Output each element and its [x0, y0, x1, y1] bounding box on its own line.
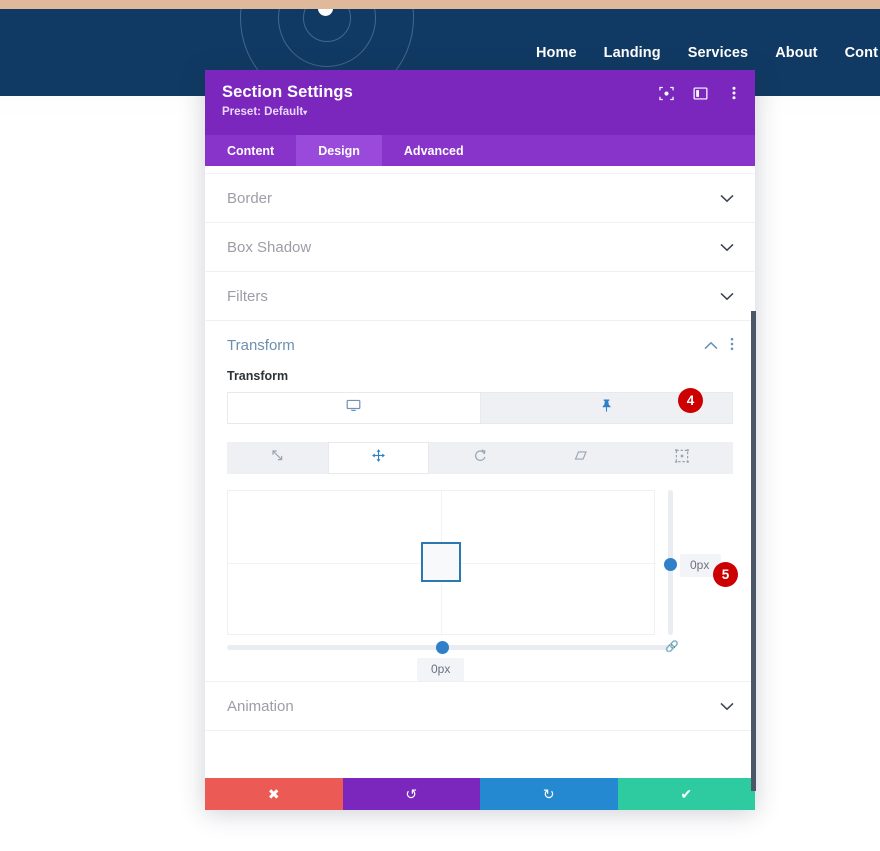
- accordion-filters-label: Filters: [227, 287, 268, 305]
- transform-type-origin[interactable]: [631, 442, 734, 474]
- accordion-animation-label: Animation: [227, 697, 294, 715]
- transform-section: Transform Transform 0px 0px 🔗: [205, 321, 755, 682]
- accordion-animation[interactable]: Animation: [205, 682, 755, 731]
- transform-type-rotate[interactable]: [429, 442, 531, 474]
- chevron-down-icon: ▾: [303, 108, 308, 117]
- accordion-filters[interactable]: Filters: [205, 272, 755, 321]
- redo-button[interactable]: ↻: [480, 778, 618, 810]
- skew-icon: [573, 448, 589, 468]
- modal-body: Border Box Shadow Filters Transform Tran…: [205, 166, 755, 778]
- chevron-down-icon: [720, 192, 734, 205]
- pin-icon: [599, 398, 614, 418]
- section-settings-modal: Section Settings Preset: Default▾ Conten…: [205, 70, 755, 810]
- chevron-down-icon: [720, 241, 734, 254]
- tab-advanced[interactable]: Advanced: [382, 135, 486, 166]
- accordion-box-shadow-label: Box Shadow: [227, 238, 312, 256]
- transform-shape-handle[interactable]: [421, 542, 461, 582]
- transform-type-skew[interactable]: [530, 442, 632, 474]
- nav-item-home[interactable]: Home: [536, 45, 577, 61]
- move-icon: [371, 448, 386, 468]
- tab-design[interactable]: Design: [296, 135, 382, 166]
- undo-button[interactable]: ↺: [342, 778, 480, 810]
- kebab-menu-icon[interactable]: [725, 84, 743, 102]
- chevron-down-icon: [720, 700, 734, 713]
- transform-canvas-wrapper: 0px 0px 🔗: [227, 490, 733, 681]
- chevron-up-icon[interactable]: [704, 339, 718, 352]
- transform-section-header[interactable]: Transform: [205, 321, 755, 369]
- device-tabs: [227, 392, 733, 424]
- clipped-section-row: [205, 166, 755, 174]
- preset-selector[interactable]: Preset: Default▾: [222, 106, 739, 118]
- step-badge-5: 5: [713, 562, 738, 587]
- link-icon[interactable]: 🔗: [665, 640, 679, 653]
- device-tab-desktop[interactable]: [227, 392, 481, 424]
- tab-content[interactable]: Content: [205, 135, 296, 166]
- modal-tabbar: Content Design Advanced: [205, 135, 755, 166]
- transform-type-scale[interactable]: [227, 442, 329, 474]
- modal-header: Section Settings Preset: Default▾: [205, 70, 755, 135]
- modal-scrollbar[interactable]: [751, 311, 756, 791]
- kebab-menu-icon[interactable]: [730, 337, 734, 353]
- transform-type-tabs: [227, 442, 734, 474]
- nav-item-landing[interactable]: Landing: [604, 45, 661, 61]
- modal-footer: ✖ ↺ ↻ ✔: [205, 778, 755, 810]
- modal-header-icons: [657, 84, 743, 102]
- save-button[interactable]: ✔: [617, 778, 755, 810]
- top-accent-strip: [0, 0, 880, 9]
- horizontal-slider-handle[interactable]: [436, 641, 449, 654]
- transform-type-move[interactable]: [328, 442, 430, 474]
- vertical-slider-handle[interactable]: [664, 558, 677, 571]
- origin-icon: [674, 448, 690, 469]
- nav-item-contact[interactable]: Cont: [845, 45, 878, 61]
- step-badge-4: 4: [678, 388, 703, 413]
- horizontal-slider-value: 0px: [417, 658, 465, 681]
- rotate-icon: [473, 448, 488, 468]
- nav-item-about[interactable]: About: [775, 45, 817, 61]
- preset-label: Preset: Default: [222, 106, 304, 118]
- focus-icon[interactable]: [657, 84, 675, 102]
- accordion-border-label: Border: [227, 189, 273, 207]
- accordion-border[interactable]: Border: [205, 174, 755, 223]
- transform-section-label: Transform: [227, 336, 295, 354]
- chevron-down-icon: [720, 290, 734, 303]
- transform-field-label: Transform: [227, 369, 289, 383]
- nav-item-services[interactable]: Services: [688, 45, 748, 61]
- accordion-box-shadow[interactable]: Box Shadow: [205, 223, 755, 272]
- desktop-icon: [346, 398, 361, 418]
- layout-icon[interactable]: [691, 84, 709, 102]
- cancel-button[interactable]: ✖: [205, 778, 343, 810]
- scale-icon: [270, 448, 285, 468]
